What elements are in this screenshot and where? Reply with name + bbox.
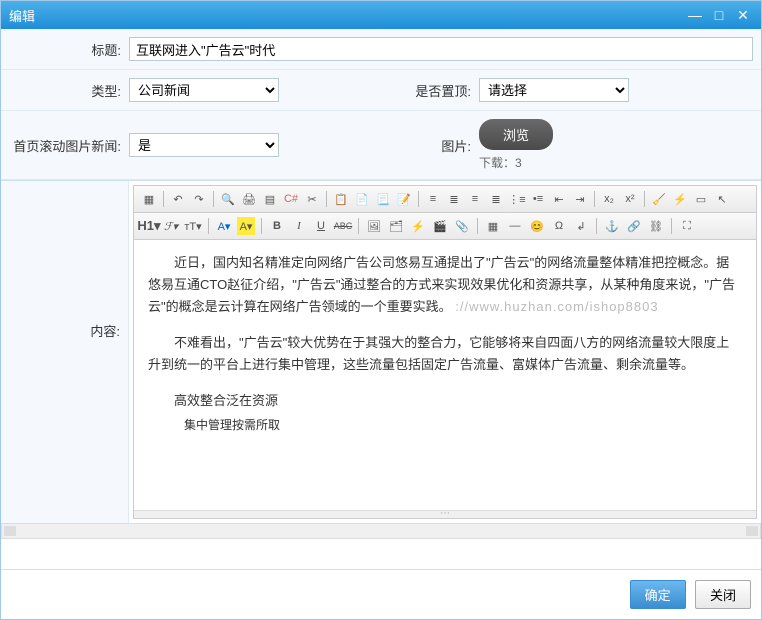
- quick-icon[interactable]: ⚡: [671, 190, 689, 208]
- fullscreen-icon[interactable]: ⛶: [678, 217, 696, 235]
- scroll-select[interactable]: 是: [129, 133, 279, 157]
- paragraph: 近日，国内知名精准定向网络广告公司悠易互通提出了"广告云"的网络流量整体精准把控…: [148, 252, 742, 318]
- horizontal-scrollbar[interactable]: [1, 523, 761, 539]
- italic-icon[interactable]: I: [290, 217, 308, 235]
- undo-icon[interactable]: ↶: [169, 190, 187, 208]
- scroll-label: 首页滚动图片新闻:: [9, 136, 129, 155]
- top-label: 是否置顶:: [389, 81, 479, 100]
- title-input[interactable]: [129, 37, 753, 61]
- browse-button[interactable]: 浏览: [479, 119, 553, 150]
- list-ol-icon[interactable]: ⋮≡: [508, 190, 526, 208]
- paste-text-icon[interactable]: 📃: [374, 190, 392, 208]
- rich-editor: ▦ ↶ ↷ 🔍 🖨 ▤ C# ✂ 📋 📄 📃 📝 ≡ ≣ ≡ ≣: [133, 185, 757, 519]
- sup-icon[interactable]: x²: [621, 190, 639, 208]
- multi-image-icon[interactable]: 🗂: [387, 217, 405, 235]
- toolbar-row2: H1▾ ℱ▾ тT▾ A▾ A▾ B I U ABC 🖼 🗂 ⚡ 🎬 📎 ▦ —: [134, 213, 756, 240]
- toolbar-row1: ▦ ↶ ↷ 🔍 🖨 ▤ C# ✂ 📋 📄 📃 📝 ≡ ≣ ≡ ≣: [134, 186, 756, 213]
- outdent-icon[interactable]: ⇤: [550, 190, 568, 208]
- cut-icon[interactable]: ✂: [303, 190, 321, 208]
- break-icon[interactable]: ↲: [572, 217, 590, 235]
- resize-handle[interactable]: ⋯: [134, 510, 756, 518]
- select-icon[interactable]: ▭: [692, 190, 710, 208]
- source-icon[interactable]: ▦: [140, 190, 158, 208]
- pointer-icon[interactable]: ↖: [713, 190, 731, 208]
- type-label: 类型:: [9, 81, 129, 100]
- flash-icon[interactable]: ⚡: [409, 217, 427, 235]
- close-button[interactable]: 关闭: [695, 580, 751, 609]
- minimize-icon[interactable]: —: [685, 6, 705, 24]
- top-select[interactable]: 请选择: [479, 78, 629, 102]
- maximize-icon[interactable]: □: [709, 6, 729, 24]
- watermark-text: ://www.huzhan.com/ishop8803: [455, 299, 658, 314]
- sub-icon[interactable]: x₂: [600, 190, 618, 208]
- template-icon[interactable]: ▤: [261, 190, 279, 208]
- preview-icon[interactable]: 🔍: [219, 190, 237, 208]
- paragraph: 集中管理按需所取: [148, 415, 742, 435]
- pic-label: 图片:: [389, 136, 479, 155]
- special-icon[interactable]: Ω: [550, 217, 568, 235]
- forecolor-icon[interactable]: A▾: [215, 217, 233, 235]
- list-ul-icon[interactable]: •≡: [529, 190, 547, 208]
- align-left-icon[interactable]: ≡: [424, 190, 442, 208]
- print-icon[interactable]: 🖨: [240, 190, 258, 208]
- align-right-icon[interactable]: ≡: [466, 190, 484, 208]
- unlink-icon[interactable]: ⛓: [647, 217, 665, 235]
- image-icon[interactable]: 🖼: [365, 217, 383, 235]
- hr-icon[interactable]: —: [506, 217, 524, 235]
- form-area: 标题: 类型: 公司新闻 是否置顶: 请选择 首页滚动图片新闻: 是 图片: 浏: [1, 29, 761, 181]
- redo-icon[interactable]: ↷: [190, 190, 208, 208]
- file-icon[interactable]: 📎: [453, 217, 471, 235]
- close-icon[interactable]: ✕: [733, 6, 753, 24]
- editor-body[interactable]: 近日，国内知名精准定向网络广告公司悠易互通提出了"广告云"的网络流量整体精准把控…: [134, 240, 756, 510]
- emoji-icon[interactable]: 😊: [528, 217, 546, 235]
- download-text: 下载：3: [479, 154, 553, 171]
- bold-icon[interactable]: B: [268, 217, 286, 235]
- align-center-icon[interactable]: ≣: [445, 190, 463, 208]
- align-justify-icon[interactable]: ≣: [487, 190, 505, 208]
- paste-icon[interactable]: 📄: [353, 190, 371, 208]
- copy-icon[interactable]: 📋: [332, 190, 350, 208]
- paragraph: 不难看出，"广告云"较大优势在于其强大的整合力，它能够将来自四面八方的网络流量较…: [148, 332, 742, 376]
- clear-icon[interactable]: 🧹: [650, 190, 668, 208]
- backcolor-icon[interactable]: A▾: [237, 217, 255, 235]
- font-select[interactable]: ℱ▾: [162, 217, 180, 235]
- underline-icon[interactable]: U: [312, 217, 330, 235]
- content-label: 内容:: [1, 181, 129, 523]
- type-select[interactable]: 公司新闻: [129, 78, 279, 102]
- footer: 确定 关闭: [1, 569, 761, 619]
- strike-icon[interactable]: ABC: [334, 217, 352, 235]
- paste-word-icon[interactable]: 📝: [395, 190, 413, 208]
- heading-select[interactable]: H1▾: [140, 217, 158, 235]
- paragraph: 高效整合泛在资源: [148, 390, 742, 412]
- media-icon[interactable]: 🎬: [431, 217, 449, 235]
- code-icon[interactable]: C#: [282, 190, 300, 208]
- link-icon[interactable]: 🔗: [625, 217, 643, 235]
- title-label: 标题:: [9, 40, 129, 59]
- titlebar: 编辑 — □ ✕: [1, 1, 761, 29]
- window-title: 编辑: [9, 6, 681, 25]
- table-icon[interactable]: ▦: [484, 217, 502, 235]
- indent-icon[interactable]: ⇥: [571, 190, 589, 208]
- size-select[interactable]: тT▾: [184, 217, 202, 235]
- edit-window: 编辑 — □ ✕ 标题: 类型: 公司新闻 是否置顶: 请选择 首页滚动图片新闻…: [0, 0, 762, 620]
- anchor-icon[interactable]: ⚓: [603, 217, 621, 235]
- editor-section: 内容: ▦ ↶ ↷ 🔍 🖨 ▤ C# ✂ 📋 📄 📃 📝 ≡ ≣: [1, 181, 761, 523]
- ok-button[interactable]: 确定: [630, 580, 686, 609]
